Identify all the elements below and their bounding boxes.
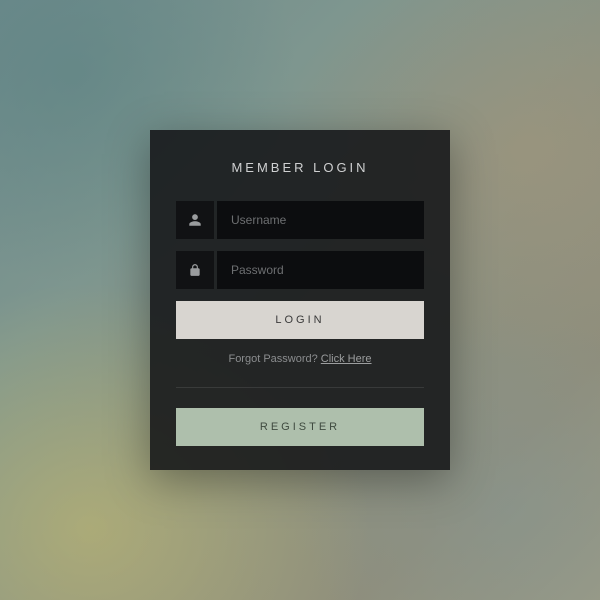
login-card: MEMBER LOGIN LOGIN Forgot Password? Clic…	[150, 130, 450, 470]
card-title: MEMBER LOGIN	[176, 160, 424, 175]
password-field	[176, 251, 424, 289]
register-button[interactable]: REGISTER	[176, 408, 424, 446]
user-icon	[176, 201, 214, 239]
username-field	[176, 201, 424, 239]
forgot-label: Forgot Password?	[228, 353, 320, 365]
lock-icon	[176, 251, 214, 289]
login-button[interactable]: LOGIN	[176, 301, 424, 339]
divider	[176, 387, 424, 388]
password-input[interactable]	[217, 251, 424, 289]
forgot-password-link[interactable]: Click Here	[321, 353, 372, 365]
forgot-password-text: Forgot Password? Click Here	[176, 353, 424, 365]
username-input[interactable]	[217, 201, 424, 239]
